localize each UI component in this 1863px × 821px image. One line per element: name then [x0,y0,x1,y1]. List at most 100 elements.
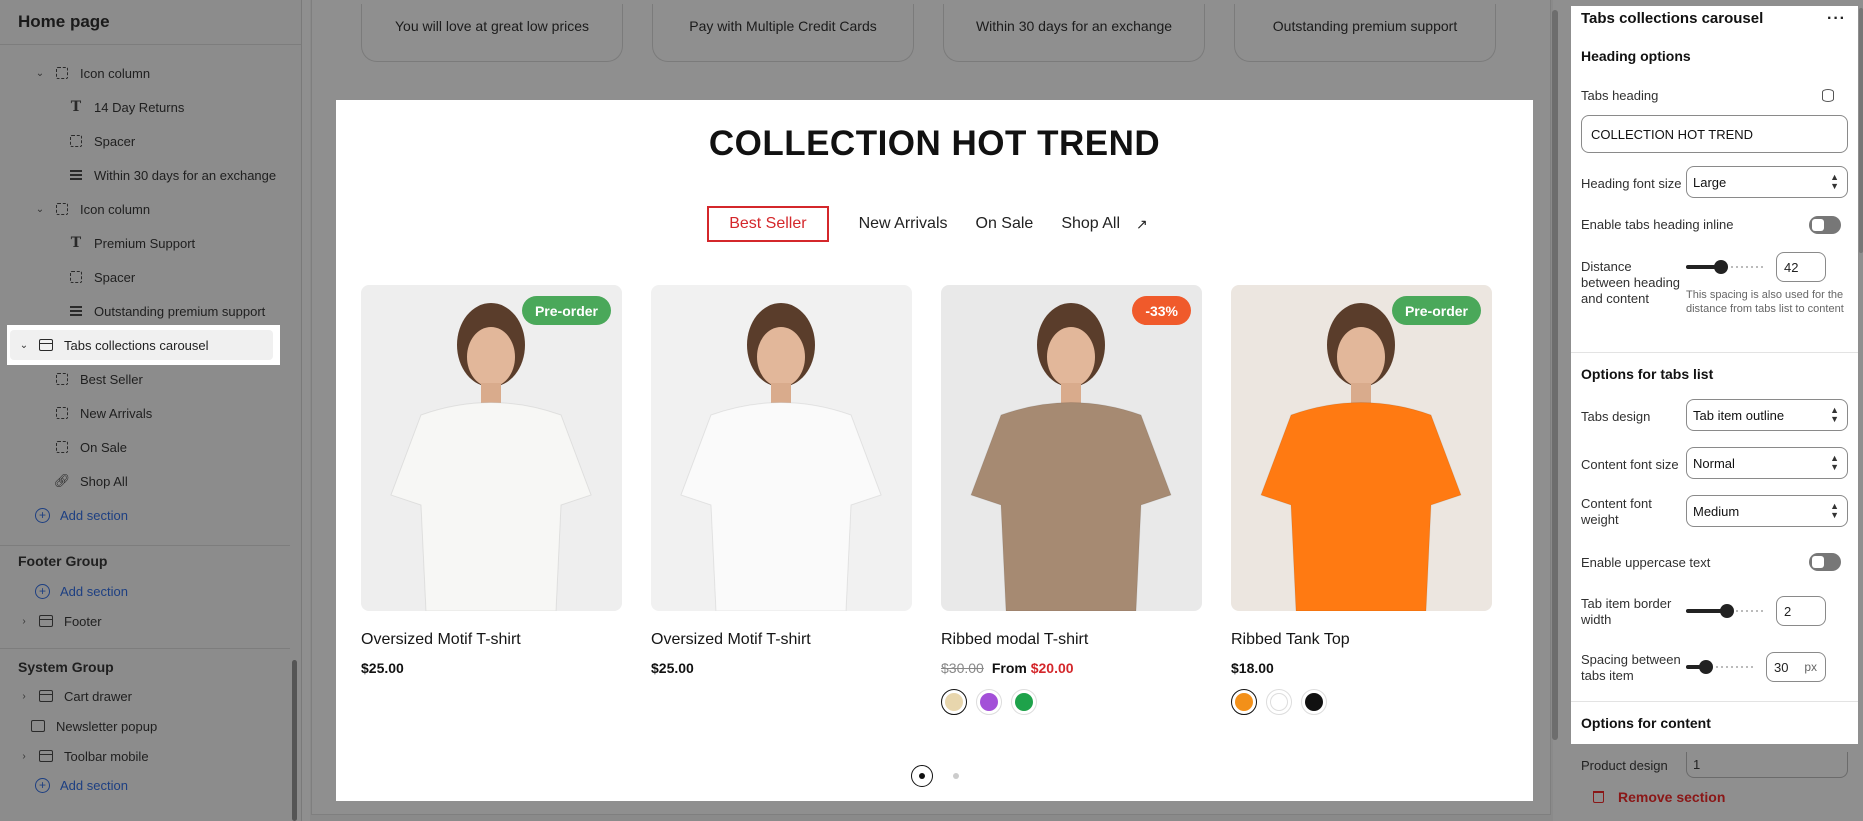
system-group-title: System Group [18,659,114,675]
section-icon [38,689,54,703]
sidebar-scrollbar[interactable] [292,660,297,821]
spacing-input[interactable]: 30 px [1766,652,1826,682]
product-card[interactable]: Pre-order Ribbed Tank Top $18.00 [1231,285,1492,715]
icon-column-icon [54,440,70,454]
border-width-label: Tab item border width [1581,596,1672,627]
tab-shop-all[interactable]: Shop All ↗ [1047,206,1161,242]
product-image[interactable]: -33% [941,285,1202,611]
section-icon [38,338,54,352]
product-badge: Pre-order [521,296,611,325]
product-price: $25.00 [651,660,694,676]
color-swatches [1231,689,1492,715]
trash-icon [1593,791,1604,803]
paragraph-icon [68,168,84,182]
system-add-section-button[interactable]: + Add section [35,770,325,800]
panel-scrollbar[interactable] [1859,8,1863,253]
link-icon: 🔗︎ [53,473,71,488]
tabs-collections-carousel[interactable]: COLLECTION HOT TREND Best Seller New Arr… [336,100,1533,801]
sidebar-item-label: 14 Day Returns [94,99,185,115]
panel-title: Tabs collections carousel [1581,10,1764,27]
color-swatch[interactable] [1301,689,1327,715]
divider [0,648,290,649]
product-card[interactable]: Pre-order Oversized Motif T-shirt $25.00 [361,285,622,676]
sidebar-item-label: New Arrivals [80,405,153,421]
enable-inline-toggle[interactable] [1809,216,1841,234]
heading-font-size-select[interactable]: Large ▲ ▼ [1686,166,1848,198]
chevron-right-icon: › [22,615,26,627]
product-name[interactable]: Ribbed Tank Top [1231,631,1492,649]
border-width-slider[interactable] [1686,604,1764,618]
sidebar-item-best-seller[interactable]: Best Seller [34,364,324,394]
distance-slider[interactable] [1686,260,1764,274]
content-font-weight-select[interactable]: Medium ▲ ▼ [1686,495,1848,527]
tab-best-seller[interactable]: Best Seller [707,206,829,242]
uppercase-toggle[interactable] [1809,553,1841,571]
border-width-input[interactable]: 2 [1776,596,1826,626]
sidebar-item-icon-column[interactable]: ⌄ Icon column [34,58,324,88]
paragraph-icon [68,304,84,318]
sidebar-item-label: On Sale [80,439,127,455]
tabs-design-select[interactable]: Tab item outline ▲ ▼ [1686,399,1848,431]
sidebar-item-icon-column[interactable]: ⌄ Icon column [34,194,324,224]
product-card[interactable]: Oversized Motif T-shirt $25.00 [651,285,912,676]
color-swatch[interactable] [1011,689,1037,715]
divider [1571,701,1858,702]
sidebar-item-tabs-collections-carousel[interactable]: ⌄ Tabs collections carousel [18,330,308,360]
chevron-down-icon[interactable]: ⌄ [18,340,30,351]
distance-label: Distance between heading and content [1581,259,1681,306]
color-swatch[interactable] [1266,689,1292,715]
sidebar-item-newsletter-popup[interactable]: Newsletter popup [30,711,320,741]
tab-new-arrivals[interactable]: New Arrivals [845,206,962,242]
sidebar-item-toolbar-mobile[interactable]: › Toolbar mobile [18,741,308,771]
uppercase-label: Enable uppercase text [1581,555,1711,570]
product-image[interactable]: Pre-order [361,285,622,611]
product-name[interactable]: Oversized Motif T-shirt [361,631,622,649]
tabs-heading-input[interactable]: COLLECTION HOT TREND [1581,115,1848,153]
sidebar-item-on-sale[interactable]: On Sale [34,432,324,462]
dynamic-source-icon[interactable] [1822,89,1834,102]
more-options-icon[interactable]: ··· [1827,10,1846,28]
product-name[interactable]: Ribbed modal T-shirt [941,631,1202,649]
icon-column-icon [68,134,84,148]
spacing-slider[interactable] [1686,660,1754,674]
sidebar-item-label: Best Seller [80,371,143,387]
panel-footer: Product design 1 Remove section [1560,744,1863,821]
product-image[interactable]: Pre-order [1231,285,1492,611]
product-badge: Pre-order [1391,296,1481,325]
feature-box: Outstanding premium support [1234,4,1496,62]
color-swatches [941,689,1202,715]
product-photo-illustration [390,303,592,611]
sidebar-item-shop-all[interactable]: 🔗︎ Shop All [34,466,324,496]
sidebar-item-label: Outstanding premium support [94,303,266,319]
footer-add-section-button[interactable]: + Add section [35,576,325,606]
sidebar-item-footer[interactable]: › Footer [18,606,308,636]
product-design-select[interactable]: 1 [1686,752,1848,778]
tab-on-sale[interactable]: On Sale [962,206,1048,242]
plus-circle-icon: + [35,583,50,599]
product-badge: -33% [1132,296,1191,325]
popup-icon [30,719,46,733]
pagination-dot-active[interactable] [910,765,933,787]
pagination-dot[interactable] [952,773,959,779]
feature-box: Within 30 days for an exchange [943,4,1205,62]
distance-input[interactable]: 42 [1776,252,1826,282]
color-swatch[interactable] [941,689,967,715]
chevron-down-icon[interactable]: ⌄ [34,204,46,215]
color-swatch[interactable] [1231,689,1257,715]
sidebar-item-new-arrivals[interactable]: New Arrivals [34,398,324,428]
plus-circle-icon: + [35,777,50,793]
canvas-scrollbar[interactable] [1552,10,1558,740]
spacing-label: Spacing between tabs item [1581,652,1681,683]
chevron-down-icon[interactable]: ⌄ [34,68,46,79]
icon-column-icon [68,270,84,284]
add-section-button[interactable]: + Add section [35,500,325,530]
product-name[interactable]: Oversized Motif T-shirt [651,631,912,649]
product-image[interactable] [651,285,912,611]
product-card[interactable]: -33% Ribbed modal T-shirt $30.00 From $20.0… [941,285,1202,715]
chevron-right-icon: › [22,690,26,702]
remove-section-button[interactable]: Remove section [1593,789,1725,805]
content-font-size-select[interactable]: Normal ▲ ▼ [1686,447,1848,479]
color-swatch[interactable] [976,689,1002,715]
chevron-up-down-icon: ▲ ▼ [1830,405,1839,424]
sidebar-item-cart-drawer[interactable]: › Cart drawer [18,681,308,711]
